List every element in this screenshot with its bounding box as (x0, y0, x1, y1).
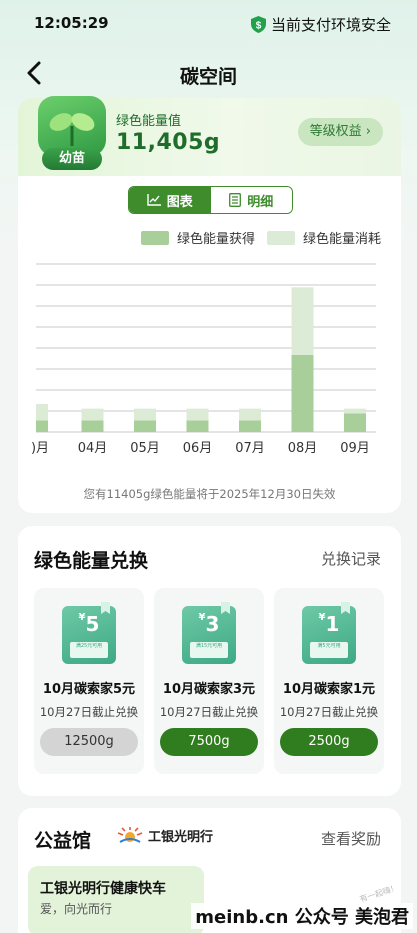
exchange-item-deadline: 10月27日截止兑换 (159, 705, 259, 719)
energy-bar-chart: )月 04月 05月 06月 07月 08月 09月 (31, 263, 376, 456)
exchange-item-name: 10月碳索家3元 (162, 682, 256, 697)
seedling-badge: 幼苗 (36, 96, 108, 174)
exchange-button[interactable]: 12500g (40, 728, 138, 756)
bar-use (134, 408, 156, 421)
coupon-icon: ¥3 满15元可用 (182, 602, 236, 664)
level-rights-button[interactable]: 等级权益 › (297, 118, 383, 146)
exchange-card: 绿色能量兑换 兑换记录 ¥5 满25元可用 10月碳索家5元 10月27日截止兑… (18, 526, 401, 796)
energy-value: 11,405g (116, 130, 221, 155)
nav-bar: 碳空间 (0, 52, 417, 96)
coupon-amount: 3 (205, 612, 220, 636)
payment-safety-indicator: $ 当前支付环境安全 (250, 14, 391, 35)
svg-text:$: $ (256, 21, 262, 32)
x-tick-label: 09月 (340, 441, 370, 456)
x-tick-label: )月 (31, 441, 49, 456)
bar-use (344, 408, 366, 414)
exchange-item[interactable]: ¥1 满5元可用 10月碳索家1元 10月27日截止兑换 2500g (274, 588, 384, 774)
status-bar: 12:05:29 $ 当前支付环境安全 (0, 0, 417, 48)
bar-use (186, 408, 209, 421)
x-tick-label: 05月 (130, 441, 160, 456)
level-badge-label: 幼苗 (42, 148, 102, 170)
bar-gain (36, 420, 48, 432)
charity-project-title: 工银光明行健康快车 (40, 881, 166, 897)
coupon-condition: 满5元可用 (310, 642, 348, 658)
coupon-icon: ¥1 满5元可用 (302, 602, 356, 664)
energy-card: 幼苗 绿色能量值 11,405g 等级权益 › 图表 明细 绿色能量获得 绿色能… (18, 96, 401, 513)
bar-gain (344, 413, 366, 432)
charity-project-subtitle: 爱，向光而行 (40, 902, 113, 916)
status-time: 12:05:29 (34, 14, 109, 32)
charity-title: 公益馆 (34, 830, 92, 852)
partner-logo: 工银光明行 (116, 826, 213, 845)
coupon-condition: 满15元可用 (190, 642, 228, 658)
exchange-button[interactable]: 7500g (160, 728, 258, 756)
chart-legend: 绿色能量获得 绿色能量消耗 (129, 228, 381, 247)
list-icon (229, 193, 242, 207)
sprout-icon (38, 96, 106, 156)
energy-header: 幼苗 绿色能量值 11,405g 等级权益 › (18, 96, 401, 176)
line-chart-icon (147, 194, 161, 206)
exchange-item-deadline: 10月27日截止兑换 (39, 705, 139, 719)
exchange-history-link[interactable]: 兑换记录 (321, 548, 381, 569)
bar-use (239, 408, 261, 421)
chevron-right-icon: › (365, 124, 371, 139)
bar-gain (239, 420, 261, 432)
tab-chart[interactable]: 图表 (129, 187, 211, 213)
sun-logo-icon (117, 826, 143, 843)
x-tick-label: 04月 (78, 441, 108, 456)
coupon-amount: 5 (85, 612, 100, 636)
coupon-amount: 1 (325, 612, 340, 636)
legend-swatch-use (266, 230, 295, 245)
exchange-item[interactable]: ¥5 满25元可用 10月碳索家5元 10月27日截止兑换 12500g (34, 588, 144, 774)
bar-use (36, 404, 48, 421)
shield-icon: $ (250, 16, 266, 33)
tab-detail[interactable]: 明细 (210, 187, 292, 213)
page-title: 碳空间 (179, 66, 237, 88)
exchange-item-name: 10月碳索家5元 (42, 682, 136, 697)
exchange-title: 绿色能量兑换 (34, 550, 149, 572)
x-tick-label: 07月 (235, 441, 265, 456)
coupon-icon: ¥5 满25元可用 (62, 602, 116, 664)
bar-use (291, 287, 314, 355)
view-toggle: 图表 明细 (128, 186, 293, 214)
charity-project[interactable]: 工银光明行健康快车 爱，向光而行 (28, 866, 204, 933)
energy-label: 绿色能量值 (116, 114, 182, 129)
x-tick-label: 08月 (288, 441, 318, 456)
coupon-condition: 满25元可用 (70, 642, 108, 658)
view-rewards-link[interactable]: 查看奖励 (321, 828, 381, 849)
bar-gain (291, 355, 314, 432)
exchange-item[interactable]: ¥3 满15元可用 10月碳索家3元 10月27日截止兑换 7500g (154, 588, 264, 774)
bar-gain (134, 420, 156, 432)
expire-note: 您有11405g绿色能量将于2025年12月30日失效 (83, 487, 336, 501)
legend-gain: 绿色能量获得 (140, 228, 255, 247)
exchange-item-name: 10月碳索家1元 (282, 682, 376, 697)
legend-use: 绿色能量消耗 (266, 228, 381, 247)
x-tick-label: 06月 (183, 441, 213, 456)
exchange-item-deadline: 10月27日截止兑换 (279, 705, 379, 719)
bar-gain (186, 420, 209, 432)
watermark: meinb.cn 公众号 美泡君 (191, 903, 413, 929)
bar-gain (81, 420, 104, 432)
safety-text: 当前支付环境安全 (270, 16, 391, 34)
bar-use (81, 408, 104, 421)
exchange-button[interactable]: 2500g (280, 728, 378, 756)
legend-swatch-gain (140, 230, 169, 245)
